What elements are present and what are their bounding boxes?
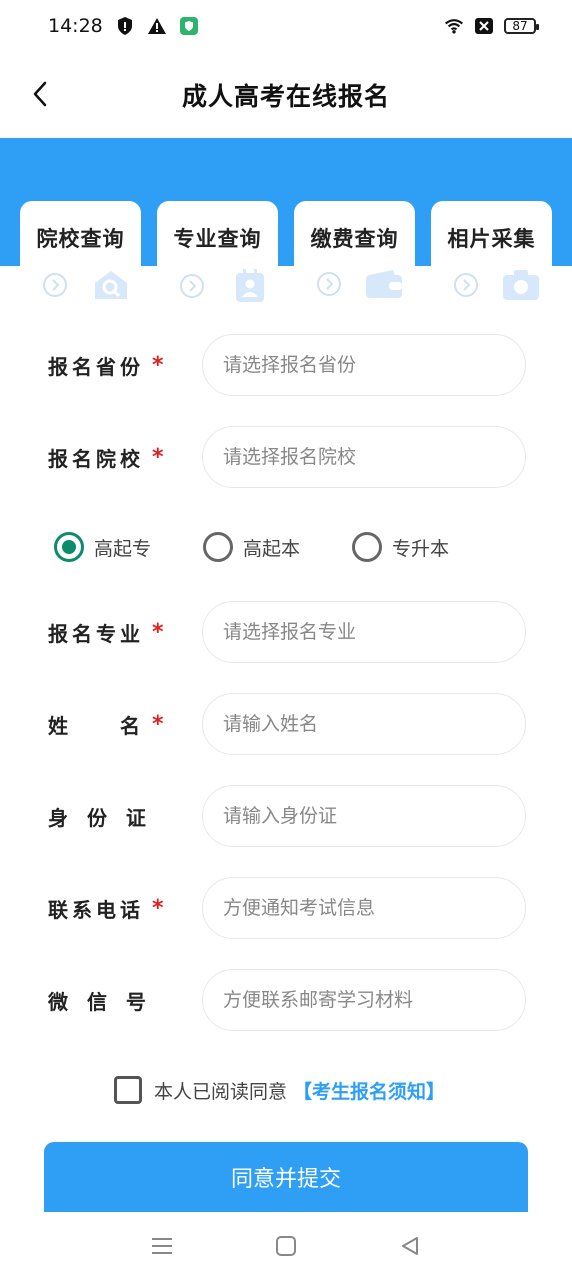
chevron-circle-right-icon <box>180 274 204 298</box>
tab-major-search[interactable]: 专业查询 <box>157 201 278 311</box>
required-mark: * <box>152 895 164 921</box>
back-nav-button[interactable] <box>390 1226 430 1266</box>
app-shield-icon <box>179 16 199 36</box>
menu-button[interactable] <box>142 1226 182 1266</box>
name-input[interactable] <box>202 693 526 755</box>
radio-label: 专升本 <box>392 537 450 560</box>
field-label: 姓 名 <box>48 713 144 738</box>
wechat-label: 微 信 号 <box>48 986 202 1015</box>
school-select[interactable] <box>202 426 526 488</box>
warning-icon <box>147 16 167 36</box>
radio-circle <box>352 532 383 562</box>
exam-notice-link[interactable]: 【考生报名须知】 <box>293 1077 445 1104</box>
page-title: 成人高考在线报名 <box>181 82 390 111</box>
status-time: 14:28 <box>48 15 103 37</box>
radio-label: 高起专 <box>94 537 152 560</box>
field-label: 报名专业 <box>48 621 144 646</box>
field-label: 报名省份 <box>48 354 144 379</box>
school-row: 报名院校 * <box>48 426 528 488</box>
field-label: 报名院校 <box>48 446 144 471</box>
nav-bar: 成人高考在线报名 <box>0 52 572 138</box>
status-bar: 14:28 87 <box>0 0 572 52</box>
tab-payment-search[interactable]: 缴费查询 <box>294 201 415 311</box>
tab-photo-capture[interactable]: 相片采集 <box>431 201 552 311</box>
phone-label: 联系电话 * <box>48 894 202 923</box>
field-label: 身 份 证 <box>48 805 152 830</box>
province-select[interactable] <box>202 334 526 396</box>
wallet-icon <box>366 270 402 298</box>
school-search-icon <box>95 271 127 299</box>
square-icon <box>276 1236 296 1256</box>
major-row: 报名专业 * <box>48 601 528 663</box>
camera-icon <box>503 270 539 300</box>
school-label: 报名院校 * <box>48 443 202 472</box>
name-label: 姓 名 * <box>48 710 202 739</box>
phone-row: 联系电话 * <box>48 877 528 939</box>
wechat-input[interactable] <box>202 969 526 1031</box>
id-card-input[interactable] <box>202 785 526 847</box>
required-mark: * <box>152 352 164 378</box>
battery-indicator: 87 <box>504 18 539 34</box>
id-badge-icon <box>236 269 264 302</box>
chevron-circle-right-icon <box>454 273 478 297</box>
wechat-row: 微 信 号 <box>48 969 528 1031</box>
radio-circle <box>203 532 234 562</box>
required-mark: * <box>152 711 164 737</box>
home-button[interactable] <box>266 1226 306 1266</box>
major-select[interactable] <box>202 601 526 663</box>
tab-school-search[interactable]: 院校查询 <box>20 201 141 311</box>
shield-icon <box>115 16 135 36</box>
tab-label: 缴费查询 <box>310 227 399 251</box>
id-card-label: 身 份 证 <box>48 802 202 831</box>
chevron-left-icon <box>33 81 47 107</box>
agreement-text: 本人已阅读同意 <box>154 1080 288 1103</box>
feature-tabs: 院校查询 专业查询 缴费查询 相片采集 <box>20 201 552 311</box>
province-label: 报名省份 * <box>48 351 202 380</box>
menu-icon <box>152 1238 172 1254</box>
level-radio-group: 高起专 高起本 专升本 <box>54 517 514 577</box>
chevron-circle-right-icon <box>317 272 341 296</box>
tab-label: 相片采集 <box>447 227 536 251</box>
back-button[interactable] <box>22 76 58 112</box>
radio-label: 高起本 <box>243 537 301 560</box>
chevron-circle-right-icon <box>43 273 67 297</box>
province-row: 报名省份 * <box>48 334 528 396</box>
wifi-icon <box>444 16 464 36</box>
required-mark: * <box>152 444 164 470</box>
radio-gaoqizhuan[interactable]: 高起专 <box>54 532 151 562</box>
tab-label: 专业查询 <box>173 227 262 251</box>
id-card-row: 身 份 证 <box>48 785 528 847</box>
radio-circle-checked <box>54 532 84 562</box>
tab-label: 院校查询 <box>36 227 125 251</box>
agreement-checkbox[interactable] <box>114 1076 142 1104</box>
radio-zhuanshengben[interactable]: 专升本 <box>352 532 449 562</box>
system-nav-bar <box>0 1212 572 1280</box>
radio-gaoqiben[interactable]: 高起本 <box>203 532 300 562</box>
name-row: 姓 名 * <box>48 693 528 755</box>
major-label: 报名专业 * <box>48 618 202 647</box>
submit-button[interactable]: 同意并提交 <box>44 1142 528 1212</box>
triangle-back-icon <box>402 1237 418 1255</box>
close-box-icon <box>474 16 494 36</box>
field-label: 联系电话 <box>48 897 144 922</box>
agreement-row: 本人已阅读同意 【考生报名须知】 <box>114 1074 445 1106</box>
phone-input[interactable] <box>202 877 526 939</box>
required-mark: * <box>152 619 164 645</box>
field-label: 微 信 号 <box>48 989 152 1014</box>
